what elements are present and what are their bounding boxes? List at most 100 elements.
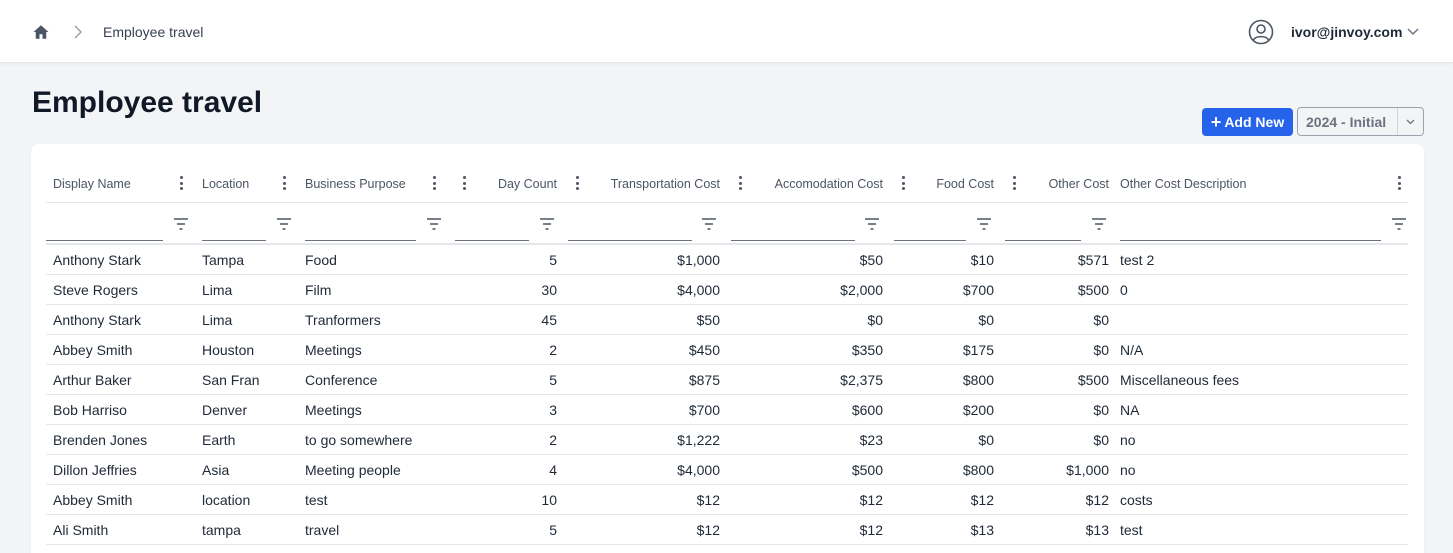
filter-icon[interactable] bbox=[1392, 218, 1406, 230]
cell-other-cost: $0 bbox=[1093, 341, 1109, 358]
cell-location: Earth bbox=[202, 431, 236, 448]
cell-location: Asia bbox=[202, 461, 230, 478]
filter-input-display-name[interactable] bbox=[46, 213, 163, 241]
filter-input-other-cost[interactable] bbox=[1005, 213, 1081, 241]
column-header-other-cost[interactable]: Other Cost bbox=[1026, 166, 1109, 201]
filter-input-accomodation-cost[interactable] bbox=[731, 213, 855, 241]
column-header-transportation-cost[interactable]: Transportation Cost bbox=[591, 166, 720, 201]
table-row[interactable]: Brenden Jones Earth to go somewhere 2 $1… bbox=[46, 425, 1408, 455]
version-select[interactable]: 2024 - Initial bbox=[1297, 107, 1424, 136]
cell-business-purpose: Tranformers bbox=[305, 311, 381, 328]
cell-other-cost: $0 bbox=[1093, 431, 1109, 448]
filter-icon[interactable] bbox=[277, 218, 291, 230]
add-new-label: Add New bbox=[1224, 114, 1285, 130]
column-header-unnamed[interactable] bbox=[467, 166, 469, 201]
chevron-down-icon[interactable] bbox=[1407, 27, 1419, 37]
table-row[interactable]: Anthony Stark Tampa Food 5 $1,000 $50 $1… bbox=[46, 245, 1408, 275]
cell-other-cost-description: costs bbox=[1120, 491, 1153, 508]
home-icon[interactable] bbox=[32, 23, 50, 41]
table-row[interactable]: Ali Smith tampa travel 5 $12 $12 $13 $13… bbox=[46, 515, 1408, 545]
cell-other-cost: $13 bbox=[1085, 521, 1109, 538]
filter-input-business-purpose[interactable] bbox=[305, 213, 416, 241]
cell-business-purpose: Conference bbox=[305, 371, 378, 388]
cell-accomodation-cost: $500 bbox=[851, 461, 883, 478]
cell-day-count: 2 bbox=[549, 431, 557, 448]
filter-icon[interactable] bbox=[702, 218, 716, 230]
cell-day-count: 3 bbox=[549, 401, 557, 418]
filter-icon[interactable] bbox=[540, 218, 554, 230]
user-email[interactable]: ivor@jinvoy.com bbox=[1291, 24, 1402, 40]
cell-other-cost-description: N/A bbox=[1120, 341, 1144, 358]
cell-food-cost: $700 bbox=[962, 281, 994, 298]
filter-input-food-cost[interactable] bbox=[894, 213, 966, 241]
column-menu-icon[interactable] bbox=[281, 174, 287, 192]
column-menu-icon[interactable] bbox=[178, 174, 184, 192]
cell-transportation-cost: $1,222 bbox=[677, 431, 720, 448]
column-header-display-name[interactable]: Display Name bbox=[53, 166, 163, 201]
cell-business-purpose: Film bbox=[305, 281, 332, 298]
cell-business-purpose: Meetings bbox=[305, 401, 362, 418]
filter-row bbox=[31, 203, 1424, 243]
cell-other-cost-description: no bbox=[1120, 461, 1136, 478]
cell-food-cost: $0 bbox=[978, 311, 994, 328]
top-bar: Employee travel ivor@jinvoy.com bbox=[0, 0, 1453, 63]
filter-icon[interactable] bbox=[174, 218, 188, 230]
column-menu-icon[interactable] bbox=[1396, 174, 1402, 192]
cell-location: Tampa bbox=[202, 251, 245, 268]
cell-business-purpose: Meeting people bbox=[305, 461, 401, 478]
table-row[interactable]: Anthony Stark Lima Tranformers 45 $50 $0… bbox=[46, 305, 1408, 335]
table-row[interactable]: Arthur Baker San Fran Conference 5 $875 … bbox=[46, 365, 1408, 395]
cell-display-name: Bob Harriso bbox=[53, 401, 127, 418]
column-menu-icon[interactable] bbox=[431, 174, 437, 192]
table-row[interactable]: Steve Rogers Lima Film 30 $4,000 $2,000 … bbox=[46, 275, 1408, 305]
filter-icon[interactable] bbox=[865, 218, 879, 230]
column-header-business-purpose[interactable]: Business Purpose bbox=[305, 166, 425, 201]
table-row[interactable]: Abbey Smith location test 10 $12 $12 $12… bbox=[46, 485, 1408, 515]
cell-food-cost: $800 bbox=[962, 461, 994, 478]
column-menu-icon[interactable] bbox=[737, 174, 743, 192]
column-header-food-cost[interactable]: Food Cost bbox=[911, 166, 994, 201]
column-header-location[interactable]: Location bbox=[202, 166, 282, 201]
cell-transportation-cost: $4,000 bbox=[677, 281, 720, 298]
version-select-value: 2024 - Initial bbox=[1306, 113, 1387, 130]
user-circle-icon[interactable] bbox=[1248, 19, 1274, 45]
cell-day-count: 5 bbox=[549, 251, 557, 268]
cell-accomodation-cost: $2,000 bbox=[840, 281, 883, 298]
filter-input-other-cost-description[interactable] bbox=[1120, 213, 1381, 241]
column-menu-icon[interactable] bbox=[461, 174, 467, 192]
add-new-button[interactable]: + Add New bbox=[1202, 108, 1293, 136]
table-row[interactable]: Dillon Jeffries Asia Meeting people 4 $4… bbox=[46, 455, 1408, 485]
column-menu-icon[interactable] bbox=[1011, 174, 1017, 192]
cell-food-cost: $200 bbox=[962, 401, 994, 418]
cell-business-purpose: Food bbox=[305, 251, 337, 268]
filter-input-day-count[interactable] bbox=[455, 213, 529, 241]
cell-display-name: Anthony Stark bbox=[53, 311, 141, 328]
cell-other-cost-description: 0 bbox=[1120, 281, 1128, 298]
cell-accomodation-cost: $12 bbox=[859, 521, 883, 538]
filter-icon[interactable] bbox=[977, 218, 991, 230]
cell-accomodation-cost: $0 bbox=[867, 311, 883, 328]
cell-location: San Fran bbox=[202, 371, 260, 388]
version-select-toggle[interactable] bbox=[1397, 108, 1423, 135]
cell-location: Houston bbox=[202, 341, 255, 358]
table-row[interactable]: Abbey Smith Houston Meetings 2 $450 $350… bbox=[46, 335, 1408, 365]
filter-icon[interactable] bbox=[1092, 218, 1106, 230]
column-header-other-cost-description[interactable]: Other Cost Description bbox=[1120, 166, 1320, 201]
cell-other-cost: $500 bbox=[1077, 371, 1109, 388]
filter-input-location[interactable] bbox=[202, 213, 266, 241]
column-menu-icon[interactable] bbox=[900, 174, 906, 192]
cell-transportation-cost: $700 bbox=[688, 401, 720, 418]
filter-icon[interactable] bbox=[427, 218, 441, 230]
cell-day-count: 30 bbox=[541, 281, 557, 298]
table-row[interactable]: Bob Harriso Denver Meetings 3 $700 $600 … bbox=[46, 395, 1408, 425]
filter-input-transportation-cost[interactable] bbox=[568, 213, 692, 241]
cell-day-count: 5 bbox=[549, 521, 557, 538]
cell-other-cost-description: NA bbox=[1120, 401, 1140, 418]
column-header-day-count[interactable]: Day Count bbox=[471, 166, 557, 201]
cell-accomodation-cost: $50 bbox=[859, 251, 883, 268]
column-header-accomodation-cost[interactable]: Accomodation Cost bbox=[751, 166, 883, 201]
cell-day-count: 2 bbox=[549, 341, 557, 358]
cell-day-count: 45 bbox=[541, 311, 557, 328]
cell-business-purpose: test bbox=[305, 491, 328, 508]
column-menu-icon[interactable] bbox=[574, 174, 580, 192]
